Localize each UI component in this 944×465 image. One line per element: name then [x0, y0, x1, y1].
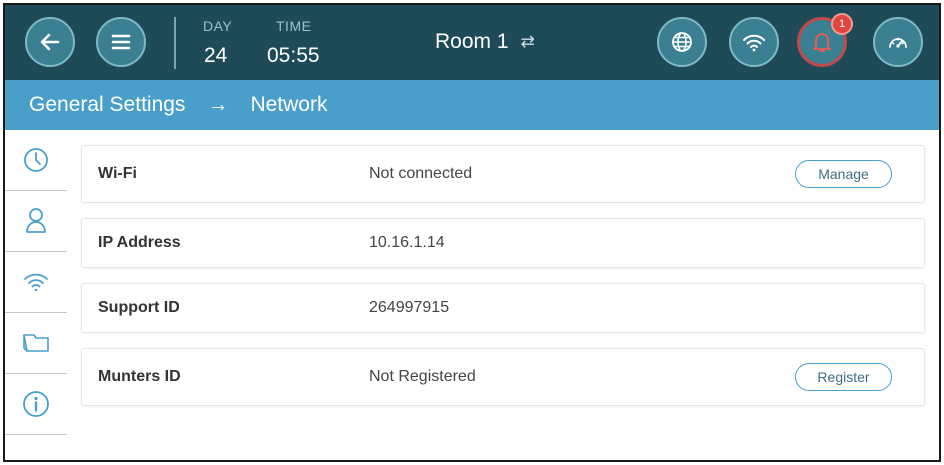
alarm-count-badge: 1	[831, 13, 853, 35]
app-window: DAY 24 TIME 05:55 Room 1 ⇄ 1 General Set…	[3, 3, 941, 462]
wifi-icon	[743, 34, 765, 52]
day-value: 24	[204, 44, 228, 67]
time-value: 05:55	[267, 44, 320, 67]
time-label: TIME	[276, 18, 312, 34]
sidebar	[5, 130, 67, 440]
sidebar-item-user[interactable]	[5, 191, 67, 252]
back-button[interactable]	[25, 17, 75, 67]
ip-address-value: 10.16.1.14	[369, 234, 445, 251]
support-id-row: Support ID 264997915	[81, 283, 925, 333]
globe-icon	[672, 32, 692, 52]
sidebar-item-time[interactable]	[5, 130, 67, 191]
info-icon	[23, 391, 49, 417]
swap-icon: ⇄	[520, 32, 535, 51]
menu-button[interactable]	[96, 17, 146, 67]
breadcrumb-parent[interactable]: General Settings	[29, 93, 185, 117]
room-selector[interactable]: Room 1 ⇄	[435, 30, 535, 54]
dashboard-button[interactable]	[873, 17, 923, 67]
clock-icon	[24, 148, 48, 172]
header-divider	[174, 17, 176, 69]
wifi-label: Wi-Fi	[98, 165, 137, 182]
ip-address-row: IP Address 10.16.1.14	[81, 218, 925, 268]
support-id-value: 264997915	[369, 299, 450, 316]
munters-id-value: Not Registered	[369, 368, 476, 385]
wifi-icon	[24, 273, 48, 292]
sidebar-item-network[interactable]	[5, 252, 67, 313]
top-bar: DAY 24 TIME 05:55 Room 1 ⇄ 1	[5, 5, 939, 80]
breadcrumb-separator: →	[207, 93, 229, 116]
bell-icon	[813, 33, 831, 52]
folder-icon	[23, 334, 49, 352]
munters-id-label: Munters ID	[98, 368, 181, 385]
breadcrumb-current: Network	[250, 93, 328, 116]
sidebar-item-files[interactable]	[5, 313, 67, 374]
user-icon	[26, 208, 46, 233]
gauge-icon	[889, 37, 907, 48]
ip-address-label: IP Address	[98, 234, 181, 251]
breadcrumb: General Settings → Network	[5, 80, 939, 130]
wifi-status-button[interactable]	[729, 17, 779, 67]
sidebar-item-info[interactable]	[5, 374, 67, 435]
menu-icon	[111, 34, 131, 50]
wifi-row: Wi-Fi Not connected Manage	[81, 145, 925, 203]
back-arrow-icon	[40, 33, 60, 51]
room-name: Room 1	[435, 30, 509, 53]
language-button[interactable]	[657, 17, 707, 67]
support-id-label: Support ID	[98, 299, 180, 316]
munters-id-row: Munters ID Not Registered Register	[81, 348, 925, 406]
day-label: DAY	[203, 18, 233, 34]
wifi-status: Not connected	[369, 165, 473, 182]
manage-button[interactable]: Manage	[795, 160, 892, 188]
register-button[interactable]: Register	[795, 363, 892, 391]
